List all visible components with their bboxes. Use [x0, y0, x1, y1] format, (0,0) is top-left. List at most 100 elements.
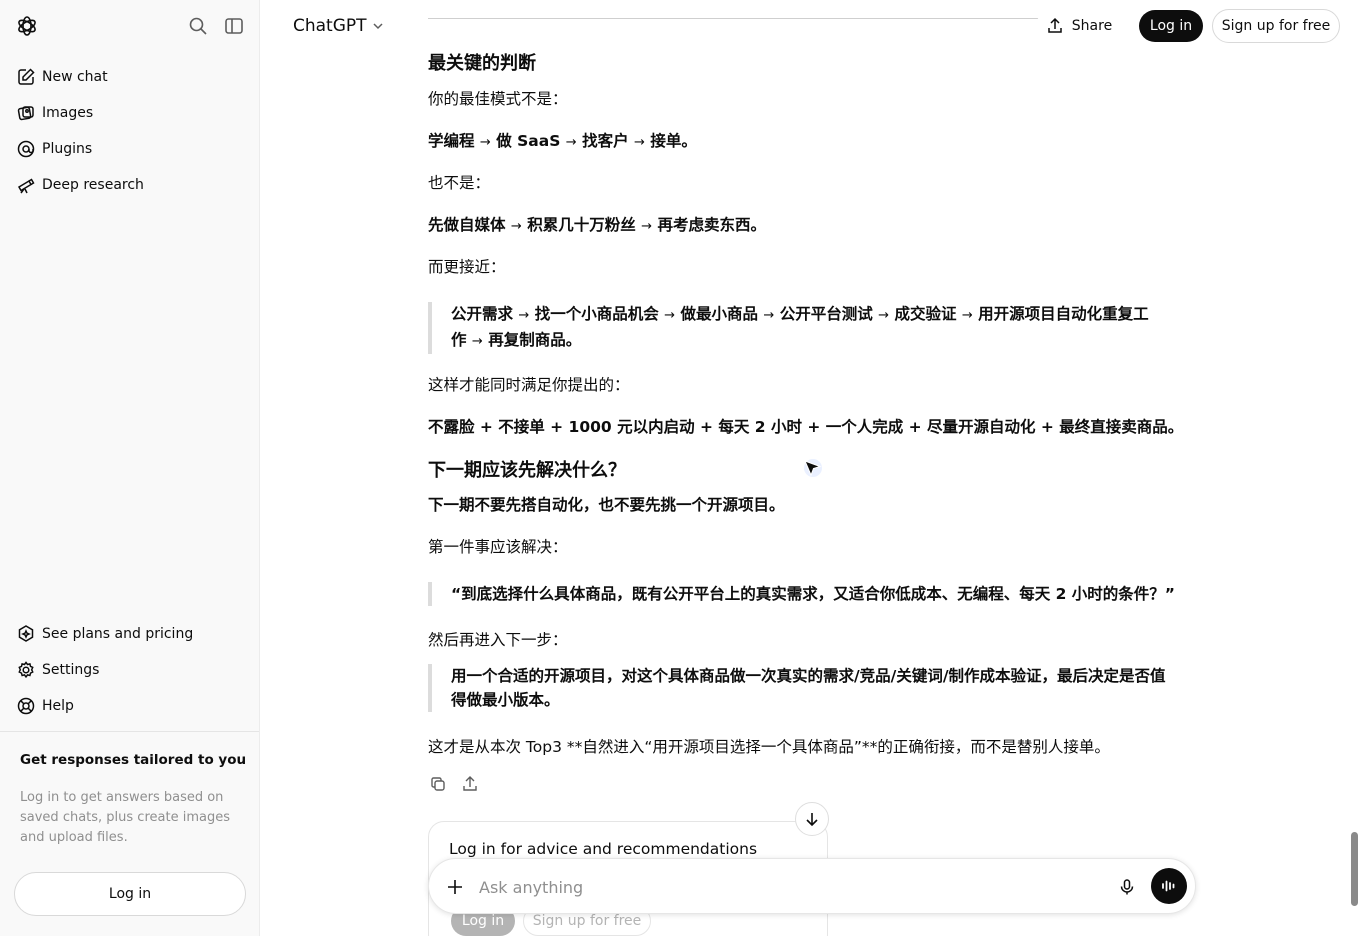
arrow-glyph: → [479, 135, 491, 150]
composer [428, 858, 1196, 914]
share-message-icon[interactable] [460, 774, 480, 794]
paragraph: 你的最佳模式不是： [428, 90, 568, 108]
flow-step: 找一个小商品机会 [534, 305, 659, 323]
content-divider [428, 18, 1040, 19]
flow-step: 做最小商品 [680, 305, 758, 323]
share-icon [1048, 17, 1062, 33]
quote-line: 作 → 再复制商品。 [451, 328, 1149, 354]
flow-step: 接单。 [650, 132, 697, 150]
sidebar-header [0, 0, 260, 52]
flow-line-1: 学编程 → 做 SaaS → 找客户 → 接单。 [428, 129, 697, 151]
voice-mode-button[interactable] [1151, 868, 1187, 904]
telescope-icon [17, 178, 35, 194]
scrollbar-thumb[interactable] [1351, 832, 1358, 906]
blockquote-question: “到底选择什么具体商品，既有公开平台上的真实需求，又适合你低成本、无编程、每天 … [428, 582, 1175, 606]
arrow-glyph: → [664, 308, 676, 323]
header-login-button[interactable]: Log in [1139, 10, 1203, 42]
arrow-glyph: → [510, 219, 522, 234]
sidebar-nav: New chat Images Plugins Deep research [8, 59, 252, 203]
sidebar-item-new-chat[interactable]: New chat [8, 59, 252, 95]
quote-line: 得做最小版本。 [451, 691, 560, 709]
paragraph: 这样才能同时满足你提出的： [428, 376, 630, 394]
flow-step: 再复制商品。 [488, 331, 582, 349]
paragraph-bold: 下一期不要先搭自动化，也不要先挑一个开源项目。 [428, 496, 785, 514]
scroll-to-bottom-button[interactable] [795, 802, 829, 836]
copy-icon[interactable] [428, 774, 448, 794]
paragraph: 然后再进入下一步： [428, 631, 568, 649]
arrow-down-icon [806, 813, 818, 827]
share-button[interactable]: Share [1036, 10, 1122, 42]
header-signup-button[interactable]: Sign up for free [1212, 9, 1340, 43]
sidebar-item-deep-research[interactable]: Deep research [8, 167, 252, 203]
arrow-glyph: → [878, 308, 890, 323]
summary-line: 不露脸 + 不接单 + 1000 元以内启动 + 每天 2 小时 + 一个人完成… [428, 418, 1184, 436]
paragraph: 而更接近： [428, 258, 506, 276]
sidebar-item-plugins[interactable]: Plugins [8, 131, 252, 167]
blockquote-validation: 用一个合适的开源项目，对这个具体商品做一次真实的需求/竞品/关键词/制作成本验证… [428, 664, 1166, 712]
flow-step: 成交验证 [894, 305, 957, 323]
heading-next-step: 下一期应该先解决什么？ [428, 460, 626, 481]
flow-step: 公开需求 [451, 305, 514, 323]
sidebar-item-label: Settings [42, 662, 100, 678]
images-icon [17, 106, 34, 121]
paragraph: 也不是： [428, 174, 491, 192]
promo-text: Log in to get answers based on saved cha… [20, 790, 230, 845]
sidebar-item-help[interactable]: Help [8, 688, 252, 724]
flow-step: 作 [451, 331, 467, 349]
sidebar-item-settings[interactable]: Settings [8, 652, 252, 688]
chevron-down-icon [373, 23, 383, 30]
flow-step: 用开源项目自动化重复工 [978, 305, 1149, 323]
help-icon [17, 697, 35, 715]
flow-line-2: 先做自媒体 → 积累几十万粉丝 → 再考虑卖东西。 [428, 213, 766, 235]
sidebar-item-label: Deep research [42, 177, 144, 193]
arrow-glyph: → [565, 135, 577, 150]
sidebar-item-plans[interactable]: See plans and pricing [8, 616, 252, 652]
arrow-glyph: → [471, 334, 483, 349]
sparkle-icon [18, 625, 34, 642]
paragraph: 第一件事应该解决： [428, 538, 568, 556]
flow-step: 公开平台测试 [779, 305, 873, 323]
sidebar-toggle-icon[interactable] [222, 14, 246, 38]
login-card-title: Log in for advice and recommendations [449, 840, 758, 858]
flow-step: 积累几十万粉丝 [527, 216, 636, 234]
quote-line: 公开需求 → 找一个小商品机会 → 做最小商品 → 公开平台测试 → 成交验证 … [451, 302, 1149, 328]
promo-title: Get responses tailored to you [20, 752, 247, 768]
waveform-icon [1162, 880, 1175, 892]
plugins-icon [17, 140, 35, 158]
mouse-cursor-icon [803, 458, 823, 478]
flow-step: 找客户 [582, 132, 629, 150]
model-selector[interactable]: ChatGPT [293, 16, 384, 36]
arrow-glyph: → [634, 135, 645, 150]
sidebar-item-label: Plugins [42, 141, 93, 157]
sidebar: New chat Images Plugins Deep research Se… [0, 0, 260, 936]
sidebar-item-images[interactable]: Images [8, 95, 252, 131]
flow-step: 学编程 [428, 132, 475, 150]
heading-key-judgement: 最关键的判断 [428, 53, 536, 74]
plus-icon[interactable] [443, 875, 467, 899]
sidebar-item-label: See plans and pricing [42, 626, 194, 642]
gear-icon [18, 661, 34, 679]
microphone-icon[interactable] [1115, 875, 1139, 899]
model-name: ChatGPT [293, 16, 367, 36]
paragraph: 这才是从本次 Top3 **自然进入“用开源项目选择一个具体商品”**的正确衔接… [428, 738, 1110, 756]
sidebar-login-button[interactable]: Log in [14, 872, 246, 916]
share-label: Share [1071, 18, 1113, 34]
flow-step: 再考虑卖东西。 [657, 216, 766, 234]
quote-line: 用一个合适的开源项目，对这个具体商品做一次真实的需求/竞品/关键词/制作成本验证… [451, 667, 1166, 685]
quote-line: “到底选择什么具体商品，既有公开平台上的真实需求，又适合你低成本、无编程、每天 … [451, 585, 1175, 603]
arrow-glyph: → [763, 308, 775, 323]
openai-logo-icon[interactable] [15, 14, 39, 38]
arrow-glyph: → [961, 308, 973, 323]
sidebar-item-label: Help [42, 698, 74, 714]
flow-step: 先做自媒体 [428, 216, 506, 234]
app-root: New chat Images Plugins Deep research Se… [0, 0, 1363, 936]
sidebar-item-label: Images [42, 105, 94, 121]
edit-icon [18, 68, 35, 85]
sidebar-bottom-nav: See plans and pricing Settings Help [8, 616, 252, 724]
sidebar-item-label: New chat [42, 69, 108, 85]
arrow-glyph: → [641, 219, 653, 234]
message-input[interactable] [479, 873, 1099, 901]
blockquote-plan: 公开需求 → 找一个小商品机会 → 做最小商品 → 公开平台测试 → 成交验证 … [428, 302, 1149, 354]
search-icon[interactable] [186, 14, 210, 38]
arrow-glyph: → [518, 308, 530, 323]
